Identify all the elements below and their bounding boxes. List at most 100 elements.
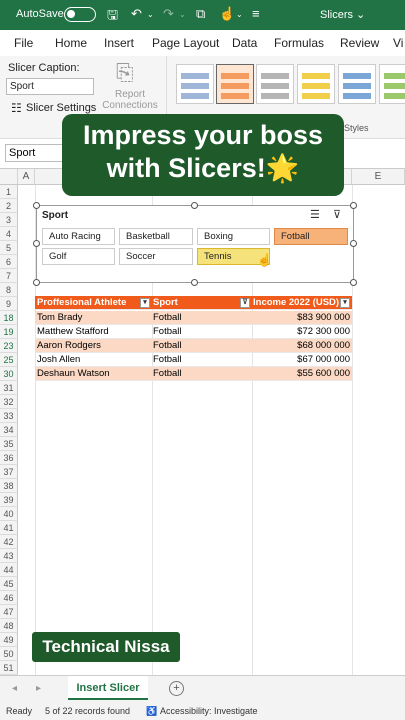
cell-sport[interactable]: Fotball: [153, 367, 182, 381]
row-header[interactable]: 48: [0, 619, 18, 633]
slicer-style-4[interactable]: [297, 64, 335, 104]
table-row[interactable]: Deshaun Watson Fotball $55 600 000: [35, 367, 352, 381]
next-sheet-icon[interactable]: ▸: [36, 683, 41, 694]
filter-dropdown-icon[interactable]: ▾: [340, 298, 350, 308]
autosave-toggle[interactable]: [64, 7, 96, 22]
touch-dropdown-icon[interactable]: ⌄: [236, 10, 243, 19]
slicer-style-3[interactable]: [256, 64, 294, 104]
select-all-corner[interactable]: [0, 169, 18, 185]
cell-athlete[interactable]: Josh Allen: [37, 353, 80, 367]
row-header[interactable]: 34: [0, 423, 18, 437]
row-header[interactable]: 31: [0, 381, 18, 395]
row-header[interactable]: 39: [0, 493, 18, 507]
slicer-style-6[interactable]: [379, 64, 405, 104]
filter-applied-icon[interactable]: ⊽: [240, 298, 250, 308]
tab-page-layout[interactable]: Page Layout: [152, 36, 219, 50]
redo-dropdown-icon[interactable]: ⌄: [179, 10, 186, 19]
table-row[interactable]: Tom Brady Fotball $83 900 000: [35, 311, 352, 325]
multi-select-icon[interactable]: ☰: [310, 208, 320, 221]
cell-income[interactable]: $83 900 000: [297, 311, 350, 325]
cell-income[interactable]: $72 300 000: [297, 325, 350, 339]
slicer-settings-button[interactable]: Slicer Settings: [26, 102, 96, 114]
row-header[interactable]: 30: [0, 367, 18, 381]
cell-sport[interactable]: Fotball: [153, 339, 182, 353]
row-header[interactable]: 42: [0, 535, 18, 549]
row-header[interactable]: 36: [0, 451, 18, 465]
row-header[interactable]: 49: [0, 633, 18, 647]
sheet-tab-insert-slicer[interactable]: Insert Slicer: [68, 676, 148, 700]
slicer-item-soccer[interactable]: Soccer: [119, 248, 193, 265]
row-header[interactable]: 32: [0, 395, 18, 409]
undo-dropdown-icon[interactable]: ⌄: [147, 10, 154, 19]
row-header[interactable]: 38: [0, 479, 18, 493]
clear-filter-icon[interactable]: ⊽: [333, 208, 341, 221]
row-header[interactable]: 50: [0, 647, 18, 661]
table-row[interactable]: Matthew Stafford Fotball $72 300 000: [35, 325, 352, 339]
column-header-a[interactable]: A: [18, 169, 35, 185]
resize-handle[interactable]: [350, 202, 357, 209]
resize-handle[interactable]: [33, 279, 40, 286]
resize-handle[interactable]: [33, 240, 40, 247]
row-header[interactable]: 33: [0, 409, 18, 423]
row-header[interactable]: 40: [0, 507, 18, 521]
cell-sport[interactable]: Fotball: [153, 325, 182, 339]
slicer-item-basketball[interactable]: Basketball: [119, 228, 193, 245]
row-header[interactable]: 45: [0, 577, 18, 591]
slicer-style-5[interactable]: [338, 64, 376, 104]
cell-income[interactable]: $67 000 000: [297, 353, 350, 367]
slicer-style-1[interactable]: [176, 64, 214, 104]
redo-icon[interactable]: ↷: [163, 6, 174, 22]
workbook-title[interactable]: Slicers ⌄: [320, 8, 365, 21]
row-header[interactable]: 5: [0, 241, 18, 255]
cell-income[interactable]: $55 600 000: [297, 367, 350, 381]
table-row[interactable]: Josh Allen Fotball $67 000 000: [35, 353, 352, 367]
tab-insert[interactable]: Insert: [104, 36, 134, 50]
cell-sport[interactable]: Fotball: [153, 311, 182, 325]
row-header[interactable]: 1: [0, 185, 18, 199]
row-header[interactable]: 19: [0, 325, 18, 339]
row-header[interactable]: 6: [0, 255, 18, 269]
row-header[interactable]: 25: [0, 353, 18, 367]
tab-home[interactable]: Home: [55, 36, 87, 50]
save-icon[interactable]: 🖫: [107, 6, 118, 28]
status-accessibility[interactable]: Accessibility: Investigate: [160, 706, 258, 716]
slicer-style-2-selected[interactable]: [216, 64, 254, 104]
tab-data[interactable]: Data: [232, 36, 257, 50]
row-header[interactable]: 9: [0, 297, 18, 311]
cell-athlete[interactable]: Tom Brady: [37, 311, 82, 325]
tab-view[interactable]: Vi: [393, 36, 403, 50]
resize-handle[interactable]: [350, 240, 357, 247]
cell-income[interactable]: $68 000 000: [297, 339, 350, 353]
touch-mode-icon[interactable]: ☝: [219, 6, 235, 22]
resize-handle[interactable]: [33, 202, 40, 209]
undo-icon[interactable]: ↶: [131, 6, 142, 22]
row-header[interactable]: 23: [0, 339, 18, 353]
tab-file[interactable]: File: [14, 36, 33, 50]
cell-sport[interactable]: Fotball: [153, 353, 182, 367]
row-header[interactable]: 46: [0, 591, 18, 605]
prev-sheet-icon[interactable]: ◂: [12, 683, 17, 694]
row-header[interactable]: 4: [0, 227, 18, 241]
report-connections-button[interactable]: Report Connections: [102, 89, 158, 111]
resize-handle[interactable]: [191, 202, 198, 209]
slicer-caption-input[interactable]: Sport: [6, 78, 94, 95]
column-header-e[interactable]: E: [352, 169, 405, 185]
row-header[interactable]: 43: [0, 549, 18, 563]
row-header[interactable]: 8: [0, 283, 18, 297]
row-header[interactable]: 7: [0, 269, 18, 283]
slicer-item-auto-racing[interactable]: Auto Racing: [42, 228, 115, 245]
cell-athlete[interactable]: Deshaun Watson: [37, 367, 110, 381]
table-row[interactable]: Aaron Rodgers Fotball $68 000 000: [35, 339, 352, 353]
worksheet-grid[interactable]: A E 1 2 3 4 5 6 7 8 9 18 19 23 25 30 31 …: [0, 169, 405, 675]
cell-athlete[interactable]: Matthew Stafford: [37, 325, 109, 339]
row-header[interactable]: 47: [0, 605, 18, 619]
slicer-item-golf[interactable]: Golf: [42, 248, 115, 265]
resize-handle[interactable]: [350, 279, 357, 286]
row-header[interactable]: 41: [0, 521, 18, 535]
slicer-item-boxing[interactable]: Boxing: [197, 228, 270, 245]
add-sheet-icon[interactable]: +: [169, 681, 184, 696]
resize-handle[interactable]: [191, 279, 198, 286]
row-header[interactable]: 44: [0, 563, 18, 577]
slicer-item-fotball-selected[interactable]: Fotball: [274, 228, 348, 245]
sport-slicer[interactable]: Sport ☰ ⊽ Auto Racing Basketball Boxing …: [36, 205, 354, 283]
